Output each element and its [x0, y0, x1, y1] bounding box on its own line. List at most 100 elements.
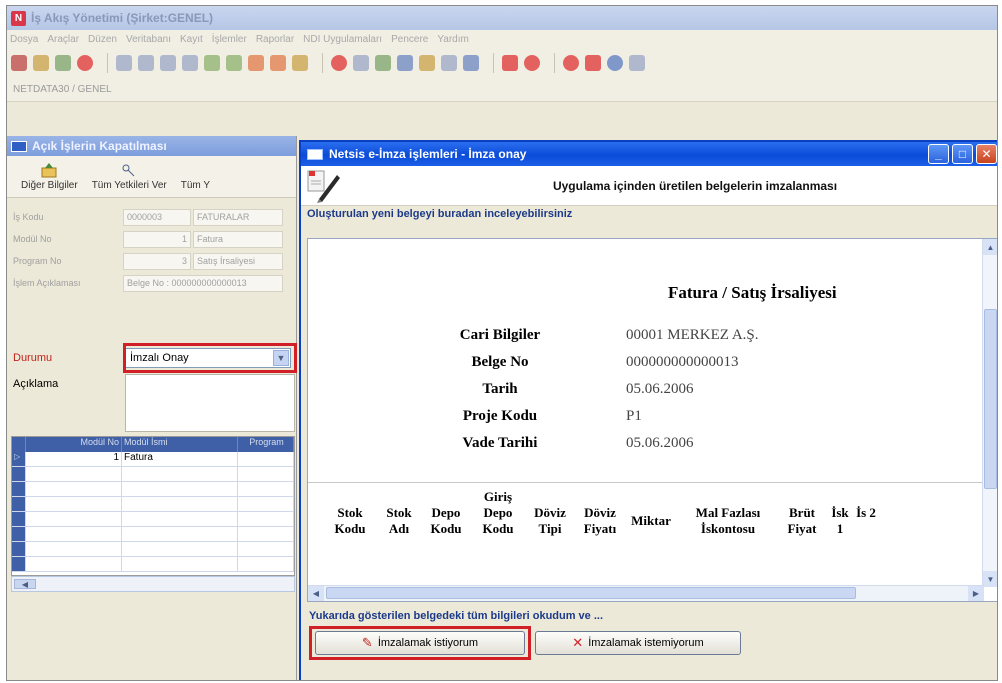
users-icon[interactable] [397, 55, 413, 71]
col-doviz-fiyati: Döviz Fiyatı [583, 505, 617, 536]
menu-pencere[interactable]: Pencere [391, 34, 428, 45]
document-preview-caption: Oluşturulan yeni belgeyi buradan inceley… [307, 208, 573, 220]
grant-all-label: Tüm Yetkileri Ver [91, 180, 167, 191]
document-preview[interactable]: Fatura / Satış İrsaliyesi Cari Bilgiler … [307, 238, 997, 602]
table-row[interactable] [12, 467, 294, 482]
record-icon[interactable] [331, 55, 347, 71]
scroll-down-icon[interactable]: ▼ [983, 571, 997, 587]
info-label-cari: Cari Bilgiler [459, 327, 541, 343]
save-record-icon[interactable] [248, 55, 264, 71]
menu-veritabani[interactable]: Veritabanı [126, 34, 171, 45]
other-info-button[interactable]: Diğer Bilgiler [21, 162, 78, 191]
maximize-button[interactable]: □ [952, 144, 973, 164]
calendar-icon[interactable] [353, 55, 369, 71]
window-icon[interactable] [463, 55, 479, 71]
document-title: Fatura / Satış İrsaliyesi [668, 283, 837, 302]
dialog-header-text: Uygulama içinden üretilen belgelerin imz… [552, 178, 838, 193]
field-value[interactable]: 1 [123, 230, 191, 248]
next-record-icon[interactable] [160, 55, 176, 71]
calculator-icon[interactable] [629, 55, 645, 71]
app-frame: N İş Akış Yönetimi (Şirket:GENEL) Dosya … [6, 5, 998, 681]
folder-up-icon [41, 163, 57, 178]
other-info-label: Diğer Bilgiler [21, 180, 78, 191]
highlight-box [309, 626, 531, 660]
field-extra: Fatura [193, 230, 283, 248]
netsis-icon[interactable] [502, 55, 518, 71]
menu-kayit[interactable]: Kayıt [180, 34, 203, 45]
grant-all-button[interactable]: Tüm Yetkileri Ver [92, 162, 167, 191]
record-dot-icon[interactable] [563, 55, 579, 71]
info-value-tarih: 05.06.2006 [626, 381, 694, 397]
tool-truncated-button[interactable]: Tüm Y [181, 162, 210, 191]
menu-duzen[interactable]: Düzen [88, 34, 117, 45]
doc-vertical-scrollbar[interactable]: ▲ ▼ [982, 239, 997, 587]
doc-horizontal-scrollbar[interactable]: ◀ ▶ [308, 585, 984, 601]
field-modul-no: Modül No 1 Fatura [13, 230, 283, 248]
grid-col-program[interactable]: Program [238, 437, 294, 452]
arrow-icon[interactable] [419, 55, 435, 71]
table-row[interactable] [12, 497, 294, 512]
menu-yardim[interactable]: Yardım [437, 34, 469, 45]
col-stok-kodu: Stok Kodu [334, 505, 366, 536]
copy-icon[interactable] [33, 55, 49, 71]
grid-col-modul-ismi[interactable]: Modül İsmi [122, 437, 238, 452]
grid-corner [12, 437, 26, 452]
scroll-left-icon[interactable]: ◀ [14, 579, 36, 589]
cut-icon[interactable] [11, 55, 27, 71]
scroll-up-icon[interactable]: ▲ [983, 239, 997, 255]
table-row[interactable] [12, 482, 294, 497]
table-row[interactable] [12, 512, 294, 527]
info-label-tarih: Tarih [482, 381, 518, 397]
table-row[interactable] [12, 542, 294, 557]
grid-col-modul-no[interactable]: Modül No [26, 437, 122, 452]
table-row[interactable]: ▷ 1 Fatura [12, 452, 294, 467]
lock-icon[interactable] [292, 55, 308, 71]
col-giris-depo-kodu: Giriş Depo Kodu [482, 489, 514, 536]
menu-dosya[interactable]: Dosya [10, 34, 38, 45]
vertical-scroll-thumb[interactable] [984, 309, 997, 489]
app-title: İş Akış Yönetimi (Şirket:GENEL) [31, 11, 214, 25]
close-button[interactable]: ✕ [976, 144, 997, 164]
table-row[interactable] [12, 557, 294, 572]
open-jobs-title: Açık İşlerin Kapatılması [32, 139, 167, 153]
report-icon[interactable] [375, 55, 391, 71]
edit-record-icon[interactable] [226, 55, 242, 71]
grid-icon[interactable] [441, 55, 457, 71]
grid-horizontal-scrollbar[interactable]: ◀ [11, 576, 295, 592]
nosign-button[interactable]: ✕ İmzalamak istemiyorum [535, 631, 741, 655]
refresh-icon[interactable] [607, 55, 623, 71]
menu-raporlar[interactable]: Raporlar [256, 34, 294, 45]
path-bar: NETDATA30 / GENEL [7, 78, 997, 102]
aciklama-label: Açıklama [13, 378, 59, 390]
menu-islemler[interactable]: İşlemler [212, 34, 247, 45]
info-label-proje-kodu: Proje Kodu [462, 408, 538, 424]
scroll-left-icon[interactable]: ◀ [308, 586, 324, 601]
last-record-icon[interactable] [182, 55, 198, 71]
open-jobs-title-bar: Açık İşlerin Kapatılması [7, 136, 296, 156]
menu-ndi[interactable]: NDI Uygulamaları [303, 34, 382, 45]
add-record-icon[interactable] [204, 55, 220, 71]
help-icon[interactable] [524, 55, 540, 71]
first-record-icon[interactable] [116, 55, 132, 71]
stop-icon[interactable] [77, 55, 93, 71]
grid-header: Modül No Modül İsmi Program [12, 437, 294, 452]
delete-record-icon[interactable] [270, 55, 286, 71]
horizontal-scroll-thumb[interactable] [326, 587, 856, 599]
window-icon [307, 148, 323, 160]
confirm-text: Yukarıda gösterilen belgedeki tüm bilgil… [309, 610, 604, 622]
prev-record-icon[interactable] [138, 55, 154, 71]
scroll-right-icon[interactable]: ▶ [968, 586, 984, 601]
col-doviz-tipi: Döviz Tipi [534, 505, 566, 536]
square-icon[interactable] [585, 55, 601, 71]
main-toolbar [7, 48, 997, 78]
paste-icon[interactable] [55, 55, 71, 71]
field-value[interactable]: 3 [123, 252, 191, 270]
field-value[interactable]: Belge No : 000000000000013 [123, 274, 283, 292]
minimize-button[interactable]: _ [928, 144, 949, 164]
menu-araclar[interactable]: Araçlar [47, 34, 79, 45]
aciklama-textarea[interactable] [125, 374, 295, 432]
col-mal-fazlasi: Mal Fazlası İskontosu [695, 505, 761, 536]
field-value[interactable]: 0000003 [123, 208, 191, 226]
table-row[interactable] [12, 527, 294, 542]
open-jobs-window: Açık İşlerin Kapatılması Diğer Bilgiler … [7, 136, 297, 680]
